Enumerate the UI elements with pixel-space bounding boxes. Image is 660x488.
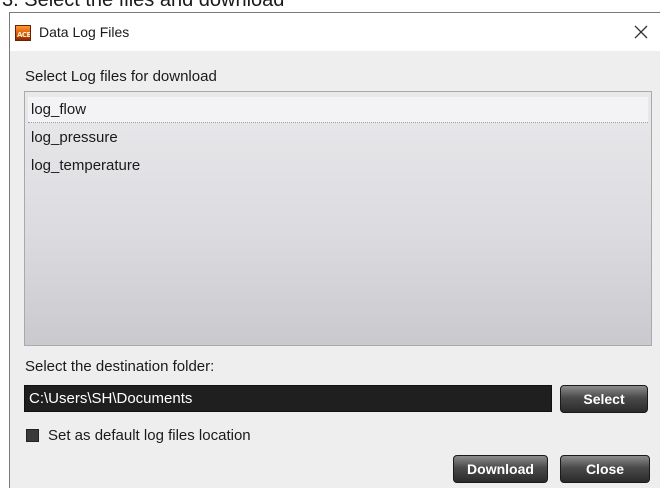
list-item-log-pressure[interactable]: log_pressure [28,125,648,151]
default-location-label: Set as default log files location [48,427,251,444]
close-icon[interactable] [630,21,652,43]
destination-folder-label: Select the destination folder: [25,358,215,375]
log-files-list[interactable]: log_flow log_pressure log_temperature [24,91,652,346]
select-folder-button[interactable]: Select [560,385,648,413]
list-item-log-temperature[interactable]: log_temperature [28,153,648,179]
close-button[interactable]: Close [560,455,650,483]
download-button[interactable]: Download [453,455,548,483]
app-icon-text: ACE [17,31,31,39]
title-bar: ACE Data Log Files [10,13,660,51]
app-icon: ACE [15,25,31,41]
window-title: Data Log Files [39,24,130,40]
default-location-checkbox[interactable] [26,429,39,442]
log-files-label: Select Log files for download [25,68,217,85]
destination-path-input[interactable]: C:\Users\SH\Documents [24,385,552,412]
instruction-caption: 3. Select the files and download [0,0,660,12]
instruction-caption-text: 3. Select the files and download [2,0,285,11]
list-item-log-flow[interactable]: log_flow [28,97,648,123]
data-log-files-dialog: ACE Data Log Files Select Log files for … [9,12,660,488]
